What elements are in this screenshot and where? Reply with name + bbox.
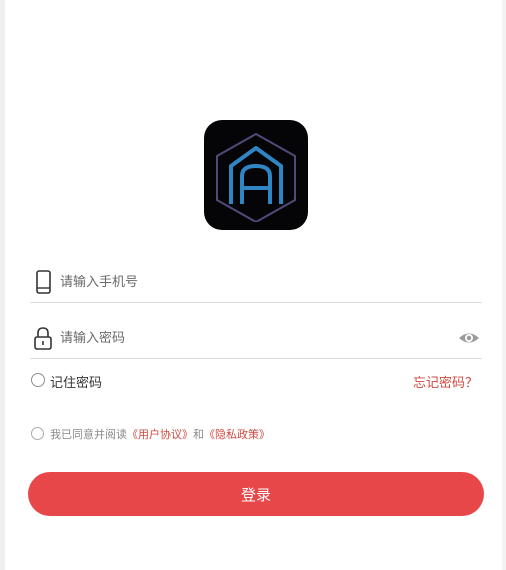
lock-icon — [34, 327, 52, 350]
password-field — [30, 320, 482, 359]
eye-icon[interactable] — [458, 328, 480, 348]
app-logo — [204, 120, 308, 230]
forgot-password-link[interactable]: 忘记密码？ — [413, 372, 478, 391]
right-frame-border — [502, 0, 506, 570]
password-input[interactable] — [60, 326, 440, 350]
agree-prefix: 我已同意并阅读 — [50, 428, 127, 441]
agree-terms-radio[interactable] — [31, 427, 44, 440]
remember-password-label[interactable]: 记住密码 — [50, 372, 102, 391]
logo-house-a-icon — [216, 132, 296, 222]
user-agreement-link[interactable]: 《用户协议》 — [127, 428, 193, 441]
agree-and: 和 — [193, 428, 204, 441]
remember-password-radio[interactable] — [31, 373, 45, 387]
agree-terms-text: 我已同意并阅读《用户协议》和《隐私政策》 — [50, 426, 270, 442]
phone-field — [30, 264, 482, 303]
left-frame-border — [0, 0, 5, 570]
login-button[interactable]: 登录 — [28, 472, 484, 516]
phone-icon — [36, 270, 51, 294]
phone-input[interactable] — [60, 270, 440, 294]
privacy-policy-link[interactable]: 《隐私政策》 — [204, 428, 270, 441]
